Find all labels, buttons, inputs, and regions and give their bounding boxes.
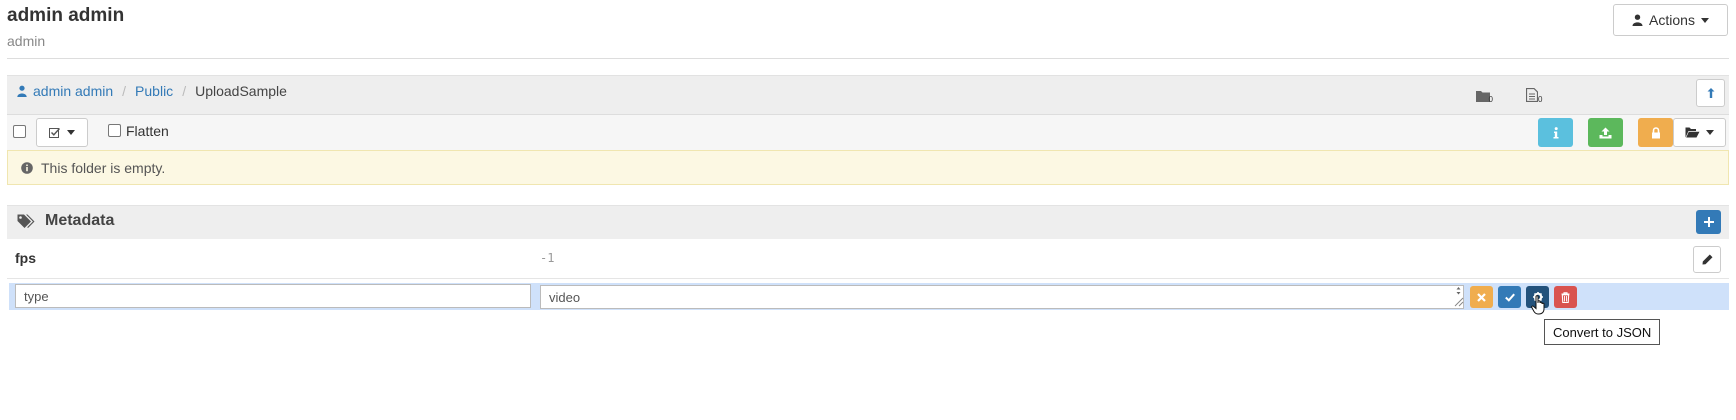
upload-button[interactable] xyxy=(1588,118,1623,147)
caret-down-icon xyxy=(1706,130,1714,135)
item-count-indicator: 0 xyxy=(1523,84,1543,104)
convert-to-json-tooltip: Convert to JSON xyxy=(1544,319,1661,345)
textarea-resize-handle[interactable] xyxy=(1452,286,1465,308)
file-icon xyxy=(1526,88,1539,102)
page-subtitle: admin xyxy=(7,33,46,49)
folder-count-indicator: 0 xyxy=(1474,84,1493,104)
metadata-key: fps xyxy=(15,250,36,266)
resize-grip-icon xyxy=(1454,287,1464,307)
metadata-title: Metadata xyxy=(17,212,114,230)
plus-icon xyxy=(1703,217,1714,227)
metadata-value: -1 xyxy=(540,251,555,265)
breadcrumb-item-user[interactable]: admin admin xyxy=(33,83,113,99)
actions-dropdown-button[interactable]: Actions xyxy=(1613,4,1728,36)
empty-folder-alert: This folder is empty. xyxy=(7,150,1729,185)
access-control-button[interactable] xyxy=(1638,118,1673,147)
save-edit-button[interactable] xyxy=(1498,286,1521,308)
metadata-row xyxy=(7,239,1729,279)
folder-open-icon xyxy=(1685,127,1700,138)
folder-actions-dropdown[interactable] xyxy=(1673,118,1726,147)
cancel-edit-button[interactable] xyxy=(1470,286,1493,308)
check-icon xyxy=(1504,293,1515,302)
empty-folder-message: This folder is empty. xyxy=(41,159,166,176)
page-title: admin admin xyxy=(7,5,125,26)
pencil-icon xyxy=(1702,254,1712,265)
tags-icon xyxy=(17,214,35,228)
metadata-value-input[interactable] xyxy=(540,285,1464,309)
caret-down-icon xyxy=(1700,17,1709,23)
folder-toolbar xyxy=(7,114,1729,150)
parent-folder-button[interactable] xyxy=(1696,79,1725,107)
metadata-title-text: Metadata xyxy=(45,212,115,229)
lock-icon xyxy=(1651,126,1660,138)
flatten-label: Flatten xyxy=(126,123,169,139)
flatten-checkbox[interactable] xyxy=(108,124,121,137)
breadcrumb-separator: / xyxy=(122,83,127,99)
header-divider xyxy=(7,58,1729,59)
delete-metadata-button[interactable] xyxy=(1554,286,1577,308)
metadata-header-bar xyxy=(7,205,1729,239)
breadcrumb-item-current: UploadSample xyxy=(195,83,287,99)
metadata-key-input[interactable] xyxy=(15,284,531,308)
add-metadata-button[interactable] xyxy=(1696,210,1721,234)
edit-metadata-button[interactable] xyxy=(1693,246,1721,273)
info-icon xyxy=(1553,126,1558,138)
upload-icon xyxy=(1599,127,1612,138)
select-all-checkbox[interactable] xyxy=(13,125,26,138)
level-up-icon xyxy=(1707,88,1714,98)
breadcrumb-item-public[interactable]: Public xyxy=(135,83,173,99)
breadcrumb: admin admin / Public / UploadSample xyxy=(17,83,287,99)
user-icon xyxy=(17,85,27,97)
check-square-icon xyxy=(49,127,61,138)
selection-actions-dropdown[interactable] xyxy=(36,118,88,147)
hand-pointer-icon xyxy=(1531,295,1547,320)
folder-count: 0 xyxy=(1488,95,1493,104)
item-count: 0 xyxy=(1538,95,1543,104)
user-icon xyxy=(1632,14,1643,26)
times-icon xyxy=(1477,292,1486,302)
breadcrumb-separator: / xyxy=(182,83,187,99)
info-circle-icon xyxy=(21,161,33,174)
info-button[interactable] xyxy=(1538,118,1573,147)
caret-down-icon xyxy=(67,130,75,135)
actions-label: Actions xyxy=(1649,12,1695,28)
trash-icon xyxy=(1561,291,1570,303)
